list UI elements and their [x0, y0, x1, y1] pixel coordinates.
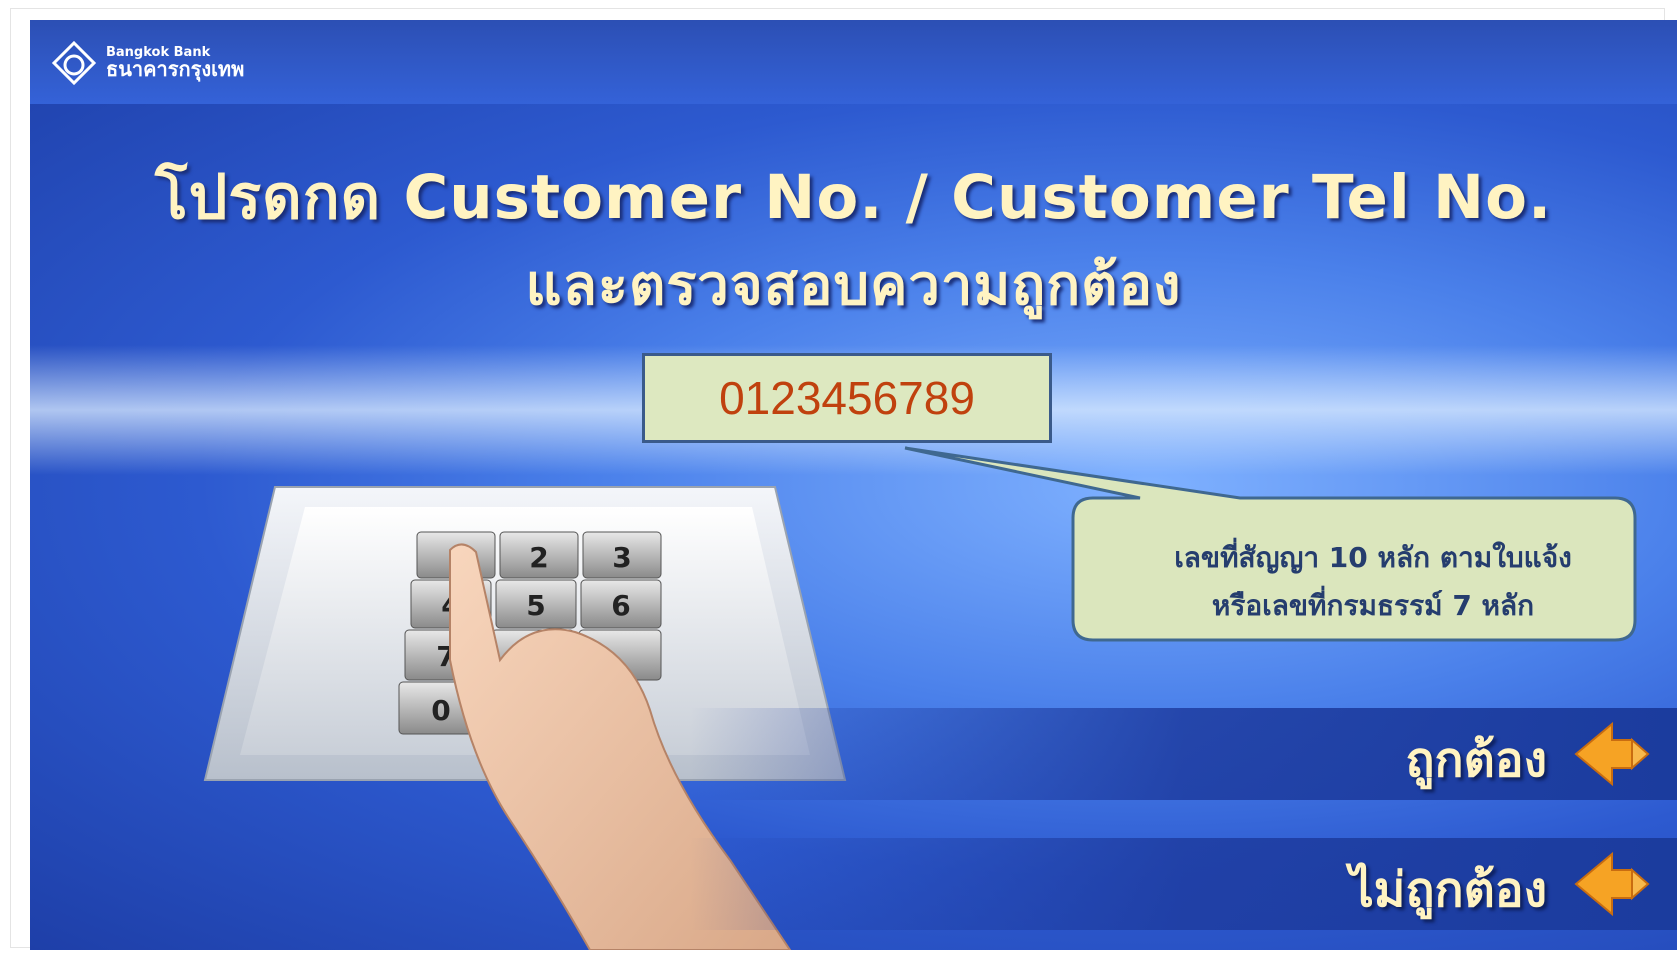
incorrect-option-button[interactable]: ไม่ถูกต้อง — [690, 838, 1677, 930]
arrow-right-icon — [1574, 851, 1650, 917]
callout-line1: เลขที่สัญญา 10 หลัก ตามใบแจ้ง — [1174, 541, 1572, 574]
callout-line2: หรือเลขที่กรมธรรม์ 7 หลัก — [1211, 589, 1535, 622]
callout-bubble — [904, 446, 1637, 642]
arrow-right-icon — [1574, 721, 1650, 787]
callout-text: เลขที่สัญญา 10 หลัก ตามใบแจ้ง หรือเลขที่… — [1103, 507, 1643, 657]
correct-option-label: ถูกต้อง — [1405, 732, 1547, 788]
incorrect-option-label: ไม่ถูกต้อง — [1349, 862, 1547, 918]
atm-screen: Bangkok Bank ธนาคารกรุงเทพ โปรดกด Custom… — [30, 20, 1677, 950]
correct-option-button[interactable]: ถูกต้อง — [690, 708, 1677, 800]
